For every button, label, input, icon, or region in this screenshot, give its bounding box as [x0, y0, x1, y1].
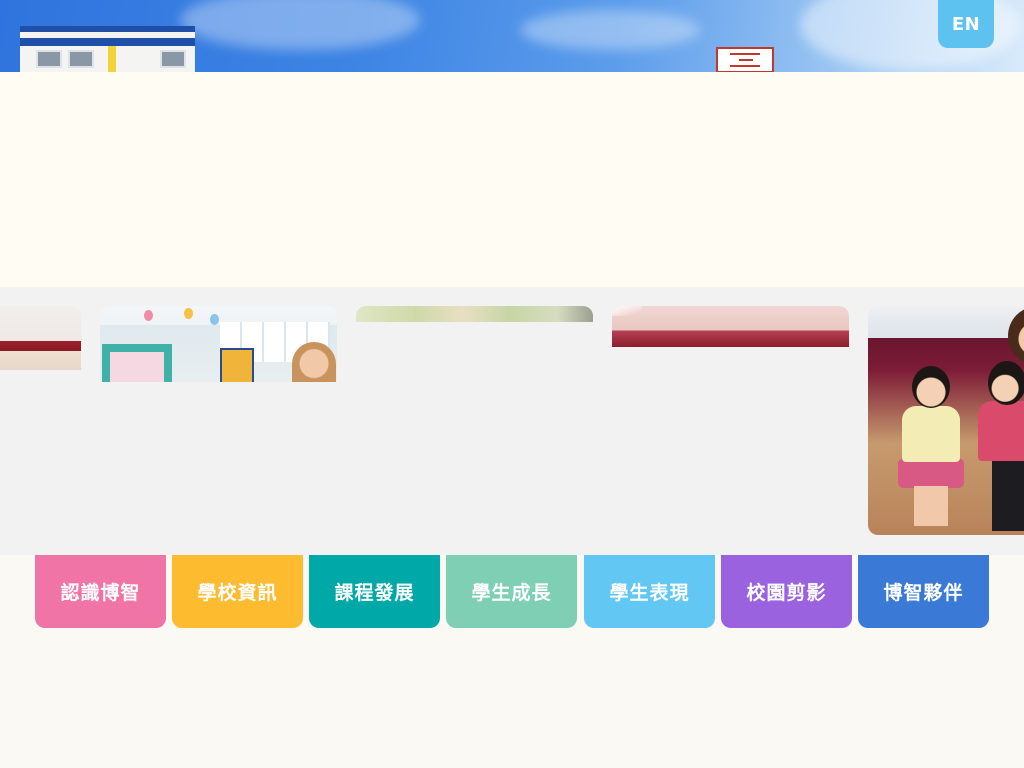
school-logo-icon[interactable]: [716, 47, 774, 72]
intro-section: [0, 72, 1024, 287]
nav-tile-curriculum[interactable]: 課程發展: [309, 555, 440, 628]
nav-tile-student-performance[interactable]: 學生表現: [584, 555, 715, 628]
cloud-decoration: [520, 10, 700, 50]
nav-tile-partners[interactable]: 博智夥伴: [858, 555, 989, 628]
nav-tile-campus-gallery[interactable]: 校園剪影: [721, 555, 852, 628]
gallery-photo-classroom-teacher[interactable]: [100, 306, 337, 382]
hero-banner: [0, 0, 1024, 72]
photo-gallery-carousel[interactable]: [0, 287, 1024, 555]
main-navigation: 認識博智 學校資訊 課程發展 學生成長 學生表現 校園剪影 博智夥伴: [0, 555, 1024, 768]
language-toggle-button[interactable]: EN: [938, 0, 994, 48]
cloud-decoration: [180, 0, 420, 50]
gallery-photo-children-event[interactable]: [868, 306, 1024, 535]
gallery-photo-hall-curtain[interactable]: [612, 306, 849, 347]
school-building-image: [20, 26, 195, 72]
gallery-photo-hall-stage[interactable]: [0, 306, 81, 370]
gallery-photo-classroom-shelves[interactable]: [356, 306, 593, 322]
nav-tile-student-growth[interactable]: 學生成長: [446, 555, 577, 628]
nav-tile-school-info[interactable]: 學校資訊: [172, 555, 303, 628]
nav-tile-about-school[interactable]: 認識博智: [35, 555, 166, 628]
